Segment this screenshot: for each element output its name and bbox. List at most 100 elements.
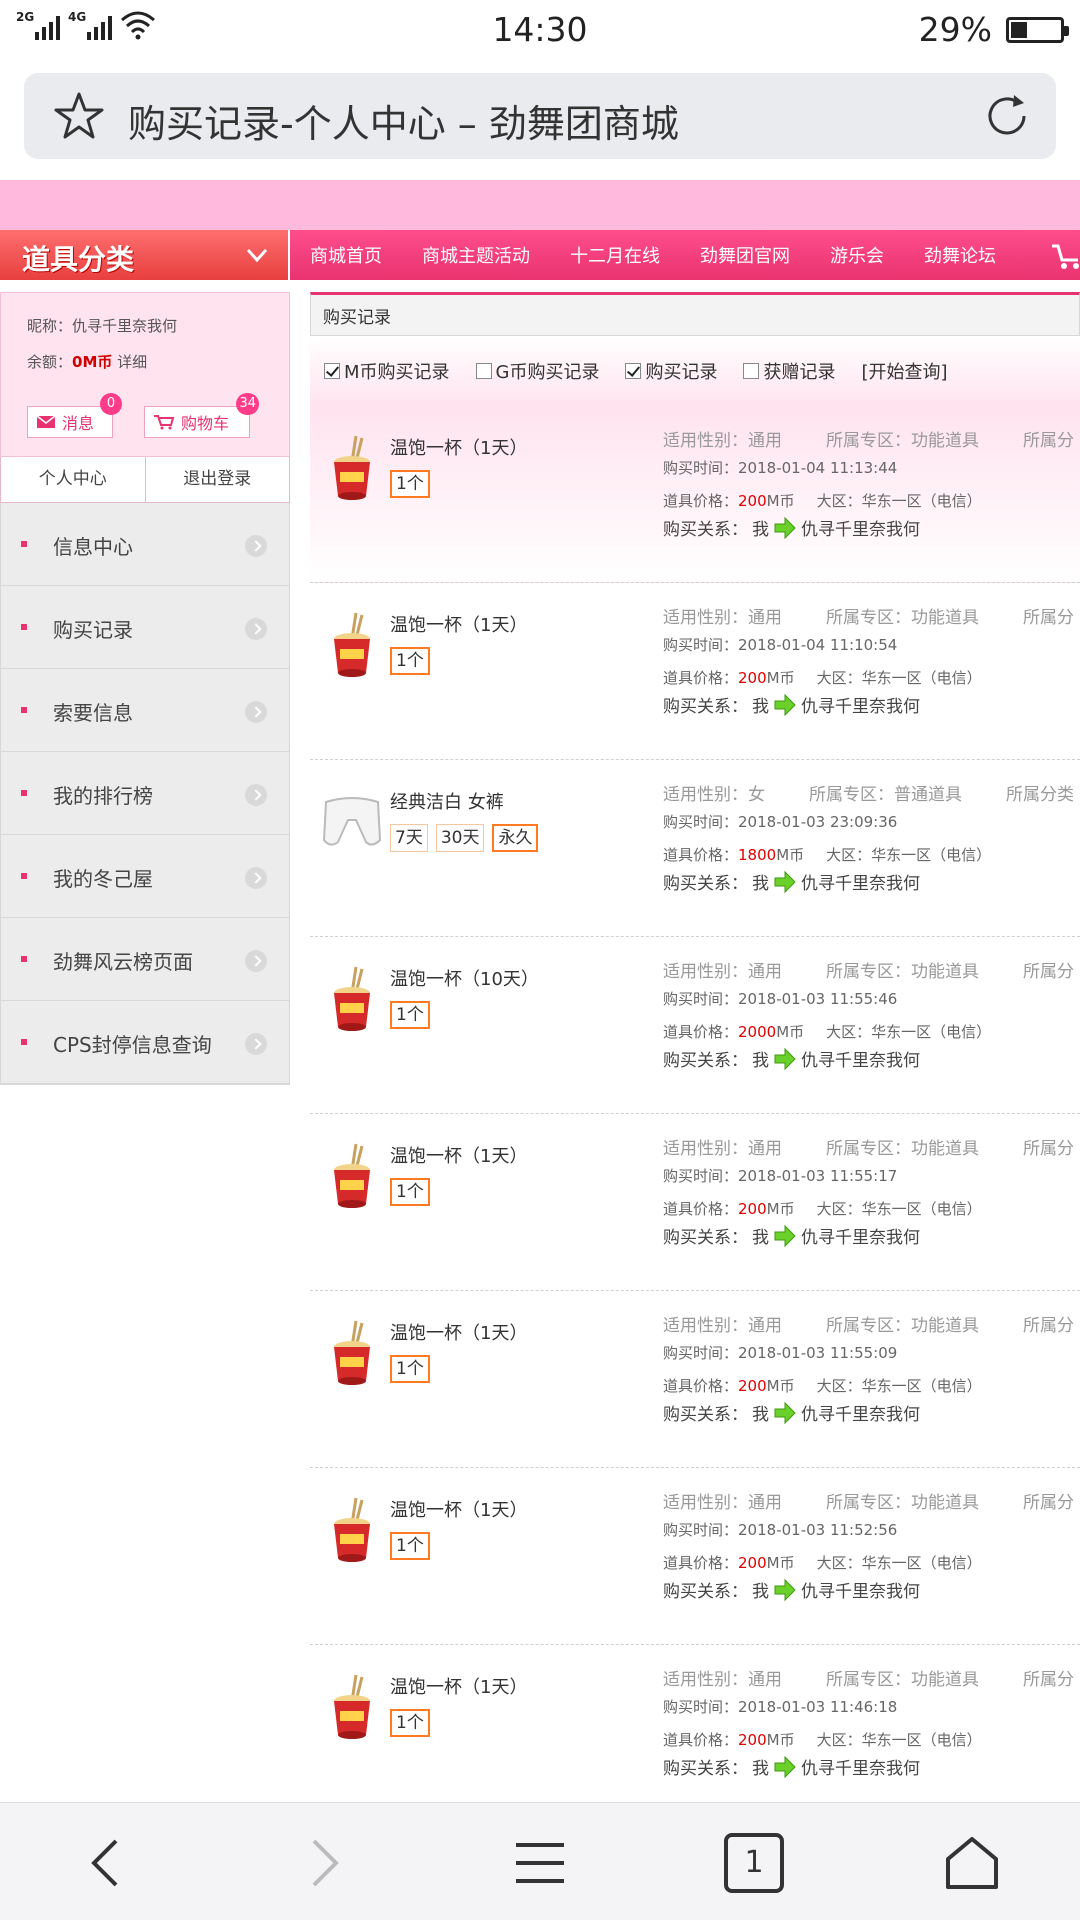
duration-option[interactable]: 1个: [390, 1178, 430, 1206]
duration-option[interactable]: 1个: [390, 1001, 430, 1029]
forward-icon[interactable]: [292, 1833, 352, 1893]
back-icon[interactable]: [78, 1833, 138, 1893]
noodle-cup-icon[interactable]: [316, 1317, 388, 1389]
sidebar-item-cps-ban-query[interactable]: CPS封停信息查询: [1, 1001, 289, 1084]
zone-label: 所属专区：: [826, 431, 911, 451]
home-icon[interactable]: [942, 1833, 1002, 1893]
nav-amusement[interactable]: 游乐会: [830, 242, 884, 268]
noodle-cup-icon[interactable]: [316, 1494, 388, 1566]
duration-option[interactable]: 1个: [390, 1532, 430, 1560]
filter-label: G币购买记录: [495, 362, 600, 383]
category-label: 所属分: [1023, 1670, 1074, 1690]
white-pants-icon[interactable]: [316, 786, 388, 858]
filter-purchase[interactable]: 购买记录: [625, 358, 717, 384]
duration-option[interactable]: 1个: [390, 470, 430, 498]
nav-december-online[interactable]: 十二月在线: [570, 242, 660, 268]
tab-count-button[interactable]: 1: [724, 1833, 784, 1893]
start-query-button[interactable]: [开始查询]: [861, 358, 947, 384]
item-name[interactable]: 温饱一杯（1天）: [390, 1496, 527, 1522]
nav-forum[interactable]: 劲舞论坛: [924, 242, 996, 268]
sidebar-item-info-center[interactable]: 信息中心: [1, 503, 289, 586]
balance-detail-link[interactable]: 详细: [112, 353, 147, 371]
main-content: 购买记录 M币购买记录 G币购买记录 购买记录 获赠记录 [开始查询] 温饱一杯…: [310, 292, 1080, 1802]
duration-option[interactable]: 30天: [435, 824, 485, 852]
nav-official-site[interactable]: 劲舞团官网: [700, 242, 790, 268]
region-value: 华东一区（电信）: [871, 846, 992, 864]
item-name[interactable]: 温饱一杯（1天）: [390, 1673, 527, 1699]
filter-gcoin[interactable]: G币购买记录: [475, 358, 600, 384]
arrow-right-icon: [774, 870, 796, 893]
filter-mcoin[interactable]: M币购买记录: [324, 358, 450, 384]
sidebar-item-purchase-records[interactable]: 购买记录: [1, 586, 289, 669]
messages-button[interactable]: 消息 0: [27, 393, 122, 438]
nav-theme-events[interactable]: 商城主题活动: [422, 242, 530, 268]
relation-to: 仇寻千里奈我何: [801, 520, 920, 540]
item-options: 1个: [390, 470, 430, 498]
noodle-cup-icon[interactable]: [316, 432, 388, 504]
balance-value: 0M币: [72, 353, 113, 371]
gender-label: 适用性别：: [663, 1316, 748, 1336]
filter-gift[interactable]: 获赠记录: [743, 358, 835, 384]
item-name[interactable]: 温饱一杯（10天）: [390, 965, 539, 991]
item-name[interactable]: 温饱一杯（1天）: [390, 434, 527, 460]
duration-option[interactable]: 7天: [390, 824, 428, 852]
tab-personal-center[interactable]: 个人中心: [1, 457, 146, 502]
item-options: 1个: [390, 1532, 430, 1560]
sidebar-item-label: 我的排行榜: [53, 784, 153, 808]
purchase-time: 2018-01-04 11:13:44: [738, 459, 898, 477]
item-name[interactable]: 经典洁白 女裤: [390, 788, 504, 814]
region-label: 大区：: [816, 1554, 862, 1572]
nav-home[interactable]: 商城首页: [310, 242, 382, 268]
checkbox[interactable]: [625, 363, 642, 379]
noodle-cup-icon[interactable]: [316, 1140, 388, 1212]
duration-option[interactable]: 永久: [492, 824, 539, 852]
checkbox[interactable]: [324, 363, 340, 379]
gender-label: 适用性别：: [663, 962, 748, 982]
gender-label: 适用性别：: [663, 785, 748, 805]
duration-option[interactable]: 1个: [390, 1709, 430, 1737]
zone-value: 功能道具: [911, 608, 979, 628]
zone-label: 所属专区：: [826, 1670, 911, 1690]
menu-icon[interactable]: [510, 1833, 570, 1893]
time-label: 购买时间：: [663, 1167, 739, 1185]
item-name[interactable]: 温饱一杯（1天）: [390, 611, 527, 637]
record-filters: M币购买记录 G币购买记录 购买记录 获赠记录 [开始查询]: [310, 336, 1080, 406]
noodle-cup-icon[interactable]: [316, 1671, 388, 1743]
item-info: 适用性别：通用 所属专区：功能道具 所属分 购买时间：2018-01-03 11:46…: [663, 1665, 1080, 1779]
checkbox[interactable]: [743, 363, 760, 379]
chevron-right-icon: [245, 535, 267, 557]
checkbox[interactable]: [475, 363, 492, 379]
address-bar[interactable]: 购买记录-个人中心 – 劲舞团商城: [24, 73, 1056, 159]
bookmark-star-icon[interactable]: [52, 89, 106, 143]
sidebar-item-request-info[interactable]: 索要信息: [1, 669, 289, 752]
page-title[interactable]: 购买记录-个人中心 – 劲舞团商城: [128, 93, 679, 148]
time-label: 购买时间：: [663, 459, 739, 477]
zone-value: 功能道具: [911, 431, 979, 451]
purchase-record-list: 温饱一杯（1天） 1个 适用性别：通用 所属专区：功能道具 所属分 购买时间：2018-0…: [310, 406, 1080, 1802]
arrow-right-icon: [774, 1047, 796, 1070]
purchase-record: 温饱一杯（1天） 1个 适用性别：通用 所属专区：功能道具 所属分 购买时间：2018-0…: [310, 1291, 1080, 1468]
noodle-cup-icon[interactable]: [316, 609, 388, 681]
duration-option[interactable]: 1个: [390, 647, 430, 675]
region-label: 大区：: [826, 1023, 872, 1041]
duration-option[interactable]: 1个: [390, 1355, 430, 1383]
reload-icon[interactable]: [980, 89, 1034, 143]
item-name[interactable]: 温饱一杯（1天）: [390, 1319, 527, 1345]
category-label: 所属分: [1023, 608, 1074, 628]
sidebar-item-leaderboard[interactable]: 劲舞风云榜页面: [1, 918, 289, 1001]
sidebar-item-label: 我的冬己屋: [53, 867, 153, 891]
category-label: 所属分: [1023, 962, 1074, 982]
zone-value: 功能道具: [911, 1670, 979, 1690]
tab-logout[interactable]: 退出登录: [146, 457, 290, 502]
gender-label: 适用性别：: [663, 431, 748, 451]
noodle-cup-icon[interactable]: [316, 963, 388, 1035]
purchase-time: 2018-01-03 11:55:46: [738, 990, 898, 1008]
purchase-time: 2018-01-03 11:55:09: [738, 1344, 898, 1362]
sidebar-item-my-ranking[interactable]: 我的排行榜: [1, 752, 289, 835]
cart-icon[interactable]: [1050, 242, 1080, 270]
sidebar-item-label: 索要信息: [53, 701, 133, 725]
item-name[interactable]: 温饱一杯（1天）: [390, 1142, 527, 1168]
sidebar-item-my-house[interactable]: 我的冬己屋: [1, 835, 289, 918]
category-dropdown[interactable]: 道具分类: [0, 230, 290, 280]
cart-button[interactable]: 购物车 34: [144, 393, 259, 438]
